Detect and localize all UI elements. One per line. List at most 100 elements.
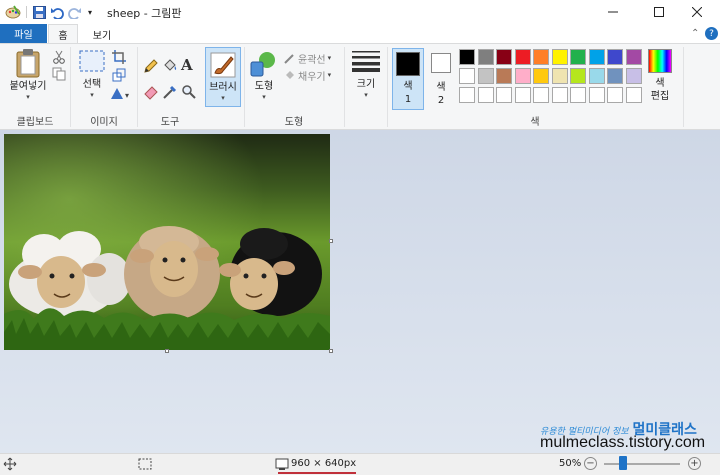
zoom-slider-track[interactable] <box>604 463 680 465</box>
color2-swatch <box>431 53 451 73</box>
palette-swatch[interactable] <box>625 49 642 65</box>
palette-swatch[interactable] <box>607 87 623 103</box>
palette-swatch[interactable] <box>570 87 586 103</box>
palette-swatch[interactable] <box>477 49 494 65</box>
palette-swatch[interactable] <box>514 49 531 65</box>
svg-text:▾: ▾ <box>125 91 129 100</box>
fill-dropdown-icon: ▾ <box>327 71 332 79</box>
magnifier-icon[interactable] <box>181 84 197 100</box>
palette-swatch[interactable] <box>607 68 623 84</box>
palette-swatch[interactable] <box>533 68 549 84</box>
color1-button[interactable]: 색 1 <box>392 48 424 110</box>
zoom-slider-thumb[interactable] <box>619 456 627 470</box>
paste-dropdown-icon: ▾ <box>26 93 30 101</box>
selection-rectangle-icon <box>79 50 105 72</box>
title-divider <box>26 6 27 18</box>
size-button[interactable]: 크기 ▾ <box>349 50 383 106</box>
help-icon[interactable]: ? <box>705 27 718 40</box>
palette-swatch[interactable] <box>459 68 475 84</box>
rotate-button[interactable]: ▾ <box>110 86 132 100</box>
text-tool-icon[interactable]: A <box>181 56 195 74</box>
crop-icon[interactable] <box>112 50 126 64</box>
palette-swatch[interactable] <box>588 87 605 103</box>
palette-swatch[interactable] <box>551 87 568 103</box>
color2-number: 2 <box>437 95 445 106</box>
palette-swatch[interactable] <box>588 68 605 84</box>
color2-button[interactable]: 색 2 <box>428 50 454 112</box>
ribbon-separator <box>344 47 345 127</box>
select-button[interactable]: 선택 ▾ <box>76 50 108 110</box>
palette-swatch[interactable] <box>496 68 512 84</box>
paint-app-icon[interactable] <box>4 4 22 20</box>
palette-swatch[interactable] <box>551 49 568 65</box>
palette-swatch[interactable] <box>607 49 623 65</box>
image-dimensions: 960 × 640px <box>291 458 357 469</box>
outline-dropdown[interactable]: 윤곽선 ▾ <box>284 51 331 66</box>
palette-swatch[interactable] <box>459 87 475 103</box>
pencil-icon[interactable] <box>143 58 159 74</box>
shapes-button[interactable]: 도형 ▾ <box>248 50 280 110</box>
palette-swatch[interactable] <box>533 87 549 103</box>
clipboard-group-label: 클립보드 <box>16 117 54 128</box>
zoom-level: 50% <box>559 458 582 469</box>
color1-label: 색 <box>403 81 413 92</box>
close-button[interactable] <box>674 0 720 24</box>
palette-swatch[interactable] <box>477 68 494 84</box>
palette-swatch[interactable] <box>496 87 512 103</box>
shapes-icon <box>250 52 275 77</box>
ribbon-separator <box>70 47 71 127</box>
canvas-image[interactable] <box>4 134 330 350</box>
palette-swatch[interactable] <box>496 49 512 65</box>
dimensions-underline <box>278 472 356 474</box>
fill-dropdown[interactable]: 채우기 ▾ <box>284 68 332 83</box>
size-label: 크기 <box>356 79 376 90</box>
brushes-dropdown-icon: ▾ <box>221 94 225 102</box>
copy-icon[interactable] <box>52 67 66 81</box>
palette-swatch[interactable] <box>588 49 605 65</box>
rotate-icon: ▾ <box>111 88 129 100</box>
undo-icon[interactable] <box>49 4 65 20</box>
select-dropdown-icon: ▾ <box>90 91 94 99</box>
tab-view[interactable]: 보기 <box>84 24 120 44</box>
tab-home[interactable]: 홈 <box>48 24 78 44</box>
resize-handle-right[interactable] <box>329 239 333 243</box>
resize-handle-corner[interactable] <box>329 349 333 353</box>
palette-swatch[interactable] <box>625 68 642 84</box>
redo-icon[interactable] <box>67 4 83 20</box>
size-dropdown-icon: ▾ <box>364 91 368 99</box>
palette-swatch[interactable] <box>551 68 568 84</box>
palette-swatch[interactable] <box>570 49 586 65</box>
selection-size-icon <box>138 457 152 471</box>
zoom-in-button[interactable]: + <box>688 457 701 470</box>
fill-bucket-icon[interactable] <box>162 58 178 74</box>
color1-number: 1 <box>404 94 412 105</box>
palette-swatch[interactable] <box>459 49 475 65</box>
paste-label: 붙여넣기 <box>9 81 47 92</box>
palette-swatch[interactable] <box>625 87 642 103</box>
zoom-out-button[interactable]: − <box>584 457 597 470</box>
outline-icon <box>284 54 294 64</box>
minimize-button[interactable] <box>590 0 636 24</box>
cut-icon[interactable] <box>52 50 66 64</box>
brushes-button[interactable]: 브러시 ▾ <box>205 47 241 107</box>
palette-swatch[interactable] <box>514 87 531 103</box>
color-picker-icon[interactable] <box>162 84 178 100</box>
palette-swatch[interactable] <box>533 49 549 65</box>
watermark-url: mulmeclass.tistory.com <box>540 434 706 451</box>
customize-quick-access-icon[interactable]: ▾ <box>85 4 95 20</box>
collapse-ribbon-icon[interactable]: ⌃ <box>691 28 699 39</box>
eraser-icon[interactable] <box>143 84 159 100</box>
edit-colors-button[interactable]: 색 편집 <box>645 49 675 109</box>
image-size-icon <box>275 457 289 471</box>
resize-handle-bottom[interactable] <box>165 349 169 353</box>
cursor-position-icon <box>3 457 17 471</box>
outline-label: 윤곽선 <box>298 54 326 66</box>
line-size-icon <box>352 51 380 72</box>
tab-file[interactable]: 파일 <box>0 24 47 43</box>
resize-icon[interactable] <box>112 68 126 82</box>
palette-swatch[interactable] <box>570 68 586 84</box>
paste-button[interactable]: 붙여넣기 ▾ <box>6 48 50 108</box>
palette-swatch[interactable] <box>514 68 531 84</box>
save-icon[interactable] <box>31 4 47 20</box>
palette-swatch[interactable] <box>477 87 494 103</box>
